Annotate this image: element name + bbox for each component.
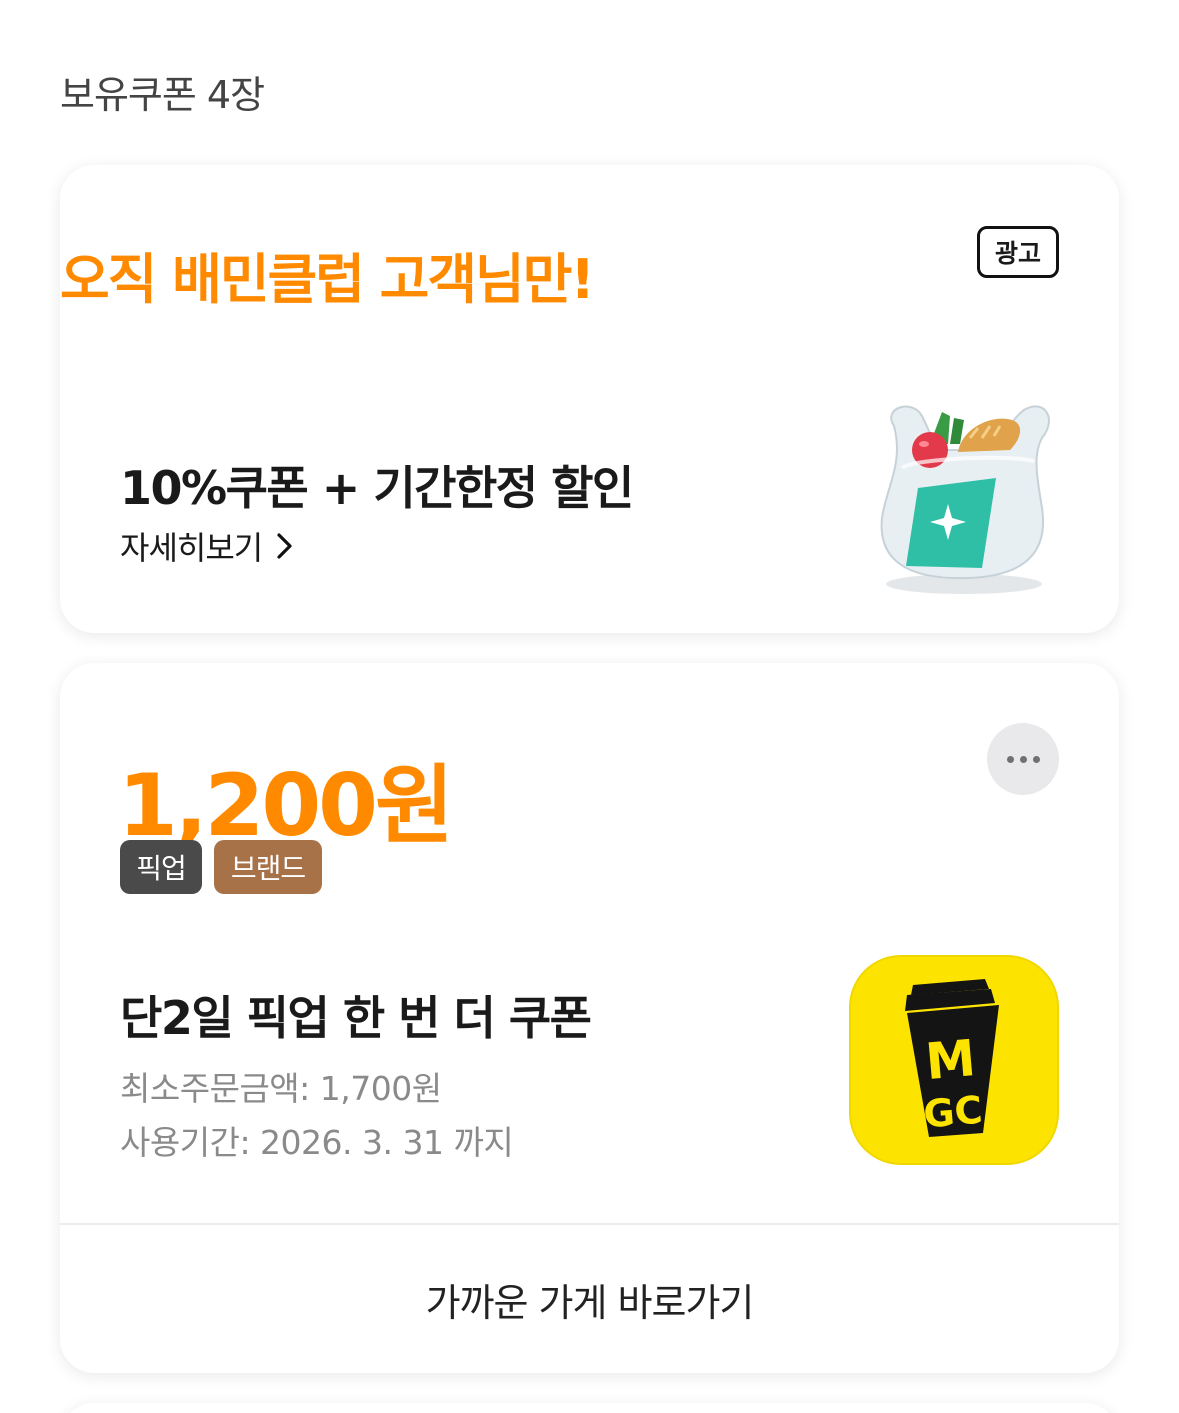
mgc-coffee-logo: M GC — [849, 955, 1059, 1165]
usage-period: 사용기간: 2026. 3. 31 까지 — [120, 1123, 514, 1162]
see-details-link[interactable]: 자세히보기 — [120, 523, 296, 569]
ad-badge: 광고 — [977, 226, 1059, 278]
pickup-tag: 픽업 — [120, 840, 202, 894]
more-options-button[interactable] — [987, 723, 1059, 795]
minimum-order-amount: 최소주문금액: 1,700원 — [120, 1069, 442, 1108]
next-coupon-card — [60, 1403, 1119, 1413]
more-horizontal-icon — [1032, 755, 1040, 763]
brand-tag: 브랜드 — [214, 840, 322, 894]
coupon-count-title: 보유쿠폰 4장 — [60, 73, 265, 117]
more-horizontal-icon — [1006, 755, 1014, 763]
more-horizontal-icon — [1019, 755, 1027, 763]
coupon-title: 단2일 픽업 한 번 더 쿠폰 — [120, 991, 592, 1045]
ad-headline: 오직 배민클럽 고객님만! — [60, 248, 595, 311]
chevron-right-icon — [277, 533, 292, 559]
grocery-bag-illustration — [872, 398, 1062, 598]
go-to-nearby-store-button[interactable]: 가까운 가게 바로가기 — [60, 1225, 1119, 1373]
svg-text:M: M — [923, 1029, 978, 1091]
svg-text:GC: GC — [922, 1088, 985, 1137]
ad-title: 10%쿠폰 + 기간한정 할인 — [120, 461, 634, 515]
see-details-label: 자세히보기 — [120, 529, 263, 567]
